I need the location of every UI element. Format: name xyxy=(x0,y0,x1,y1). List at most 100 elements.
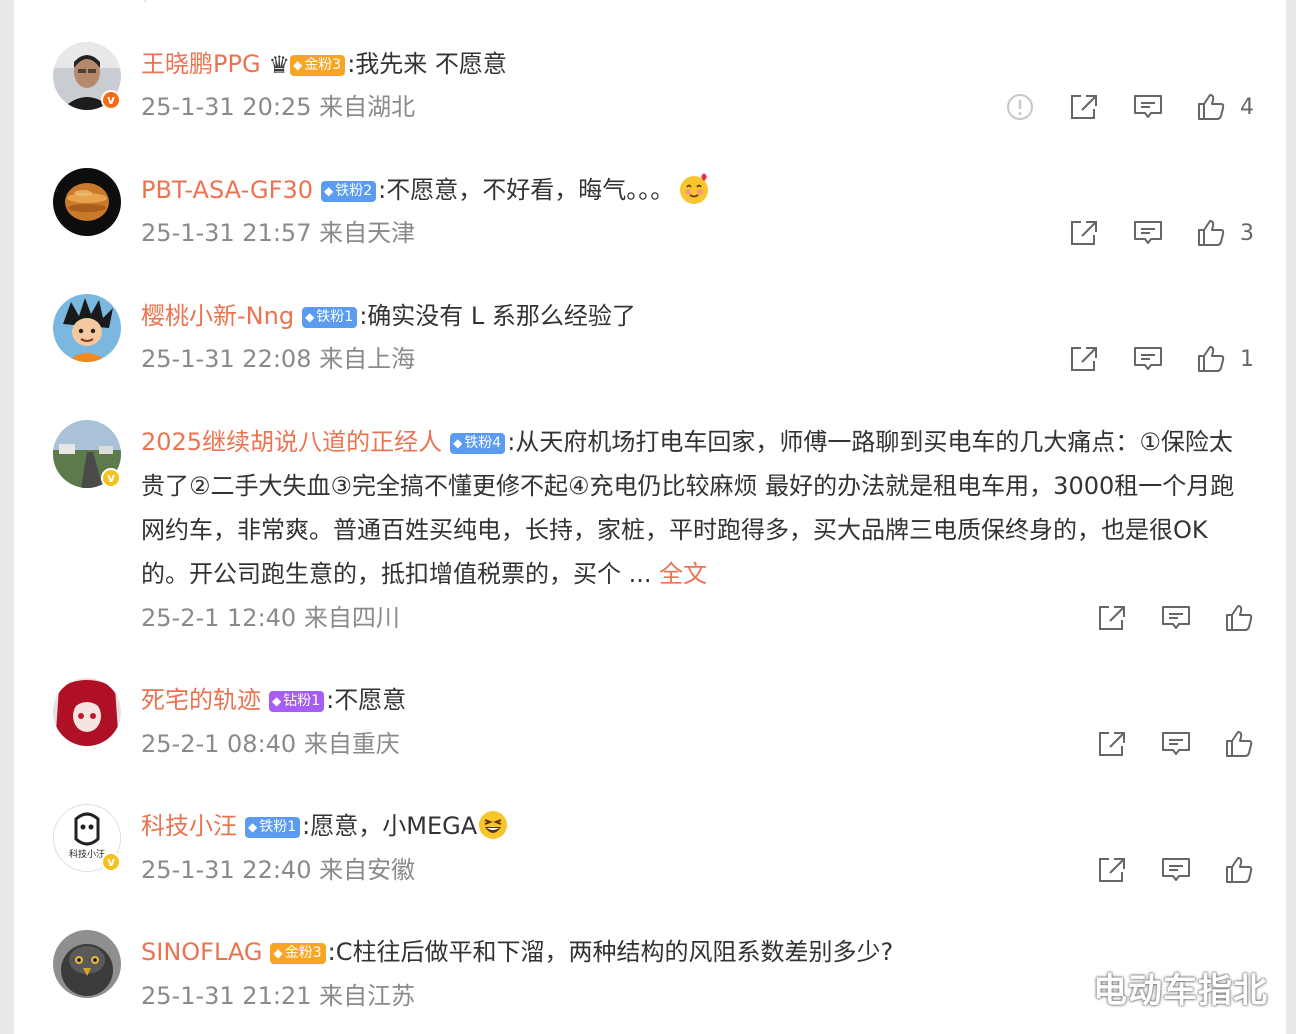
share-button[interactable] xyxy=(1096,726,1128,762)
like-button[interactable] xyxy=(1224,726,1268,762)
reply-button[interactable] xyxy=(1132,89,1164,125)
username[interactable]: PBT-ASA-GF30 xyxy=(141,176,313,204)
comment-text: :不愿意 xyxy=(326,686,407,714)
comment-meta: 25-1-31 22:08 来自上海 xyxy=(141,345,416,373)
share-button[interactable] xyxy=(1096,600,1128,636)
comment-actions xyxy=(1096,726,1268,762)
expand-full-text-link[interactable]: 全文 xyxy=(659,560,707,588)
share-icon xyxy=(1099,732,1125,756)
gem-icon: ◆ xyxy=(305,310,315,324)
like-button[interactable] xyxy=(1224,600,1268,636)
thumbs-up-icon xyxy=(1226,857,1253,883)
comment-icon xyxy=(1134,347,1162,370)
avatar[interactable] xyxy=(53,678,121,746)
fan-badge[interactable]: ◆ 金粉3 xyxy=(270,943,326,964)
comment-content: 2025继续胡说八道的正经人 ◆ 铁粉4:从天府机场打电车回家，师傅一路聊到买电车的… xyxy=(141,420,1246,596)
like-button[interactable] xyxy=(1224,852,1268,888)
verified-icon: v xyxy=(101,468,121,488)
like-button[interactable]: 3 xyxy=(1196,215,1254,251)
comment-text: :我先来 不愿意 xyxy=(347,50,507,78)
fan-badge[interactable]: ◆ 钻粉1 xyxy=(269,691,325,712)
watermark: 电动车指北 xyxy=(1093,971,1268,1011)
fan-badge[interactable]: ◆ 铁粉1 xyxy=(302,307,358,328)
comment-text: :不愿意，不好看，晦气。。。 xyxy=(378,176,675,204)
comment-meta: 25-1-31 21:57 来自天津 xyxy=(141,219,416,247)
gem-icon: ◆ xyxy=(324,184,334,198)
report-button[interactable] xyxy=(1004,89,1036,125)
comment-content: 王晓鹏PPG ♛ ◆ 金粉3:我先来 不愿意 xyxy=(141,42,1246,87)
comment-text: :C柱往后做平和下溜，两种结构的风阻系数差别多少? xyxy=(327,938,894,966)
comment-text: :愿意，小MEGA xyxy=(302,812,478,840)
comment-icon xyxy=(1134,221,1162,244)
fan-badge[interactable]: ◆ 铁粉4 xyxy=(450,433,506,454)
gem-icon: ◆ xyxy=(453,436,463,450)
comment-icon xyxy=(1162,858,1190,881)
crown-icon: ♛ xyxy=(268,51,291,79)
share-button[interactable] xyxy=(1096,852,1128,888)
comment-content: 樱桃小新-Nng ◆ 铁粉1:确实没有 L 系那么经验了 xyxy=(141,294,1246,338)
like-count: 3 xyxy=(1240,220,1254,246)
fan-badge[interactable]: ◆ 铁粉1 xyxy=(245,817,301,838)
gem-icon: ◆ xyxy=(273,946,283,960)
username[interactable]: 王晓鹏PPG xyxy=(141,50,261,78)
verified-icon: v xyxy=(101,852,121,872)
share-icon xyxy=(1099,606,1125,630)
reply-button[interactable] xyxy=(1132,341,1164,377)
like-count: 1 xyxy=(1240,346,1254,372)
username[interactable]: 科技小汪 xyxy=(141,812,237,840)
share-button[interactable] xyxy=(1068,215,1100,251)
reply-button[interactable] xyxy=(1160,600,1192,636)
comment-text: :确实没有 L 系那么经验了 xyxy=(359,302,636,330)
comment-icon xyxy=(1162,732,1190,755)
comment-content: SINOFLAG ◆ 金粉3:C柱往后做平和下溜，两种结构的风阻系数差别多少? xyxy=(141,930,1246,974)
comment-meta: 25-2-1 08:40 来自重庆 xyxy=(141,730,400,758)
comment-list: v 王晓鹏PPG ♛ ◆ 金粉3:我先来 不愿意 25-1-31 20:25 来自湖北… xyxy=(14,0,1286,1034)
comment-actions: 3 xyxy=(1068,215,1254,251)
share-icon xyxy=(1071,221,1097,245)
avatar[interactable] xyxy=(53,930,121,998)
share-icon xyxy=(1071,347,1097,371)
previous-comment-edge xyxy=(144,0,446,2)
report-icon xyxy=(1007,94,1033,120)
comment-icon xyxy=(1162,606,1190,629)
gem-icon: ◆ xyxy=(272,694,282,708)
comment-meta: 25-1-31 20:25 来自湖北 xyxy=(141,93,416,121)
share-button[interactable] xyxy=(1068,341,1100,377)
gem-icon: ◆ xyxy=(248,820,258,834)
avatar-logo-text: 科技小汪 xyxy=(69,848,105,860)
reply-button[interactable] xyxy=(1160,852,1192,888)
comment-actions: 4 xyxy=(1004,89,1254,125)
thumbs-up-icon xyxy=(1198,346,1225,372)
username[interactable]: 死宅的轨迹 xyxy=(141,686,261,714)
like-button[interactable]: 1 xyxy=(1196,341,1254,377)
comment-meta: 25-2-1 12:40 来自四川 xyxy=(141,604,400,632)
thumbs-up-icon xyxy=(1198,220,1225,246)
like-button[interactable]: 4 xyxy=(1196,89,1254,125)
grinning-squinting-face-icon xyxy=(477,809,509,841)
username[interactable]: 2025继续胡说八道的正经人 xyxy=(141,428,442,456)
share-icon xyxy=(1071,95,1097,119)
share-icon xyxy=(1099,858,1125,882)
thumbs-up-icon xyxy=(1198,94,1225,120)
gem-icon: ◆ xyxy=(293,58,303,72)
share-button[interactable] xyxy=(1068,89,1100,125)
avatar[interactable] xyxy=(53,168,121,236)
fan-badge[interactable]: ◆ 铁粉2 xyxy=(321,181,377,202)
thumbs-up-icon xyxy=(1226,731,1253,757)
reply-button[interactable] xyxy=(1132,215,1164,251)
comment-content: 科技小汪 ◆ 铁粉1:愿意，小MEGA xyxy=(141,804,1246,848)
like-count: 4 xyxy=(1240,94,1254,120)
comment-content: PBT-ASA-GF30 ◆ 铁粉2:不愿意，不好看，晦气。。。 xyxy=(141,168,1246,212)
comment-actions xyxy=(1096,852,1268,888)
fan-badge[interactable]: ◆ 金粉3 xyxy=(290,55,346,76)
thumbs-up-icon xyxy=(1226,605,1253,631)
comment-meta: 25-1-31 22:40 来自安徽 xyxy=(141,856,416,884)
comment-content: 死宅的轨迹 ◆ 钻粉1:不愿意 xyxy=(141,678,1246,722)
avatar[interactable] xyxy=(53,294,121,362)
username[interactable]: SINOFLAG xyxy=(141,938,262,966)
verified-icon: v xyxy=(101,90,121,110)
username[interactable]: 樱桃小新-Nng xyxy=(141,302,294,330)
comment-icon xyxy=(1134,95,1162,118)
reply-button[interactable] xyxy=(1160,726,1192,762)
smiling-face-with-hearts-icon xyxy=(678,173,710,205)
